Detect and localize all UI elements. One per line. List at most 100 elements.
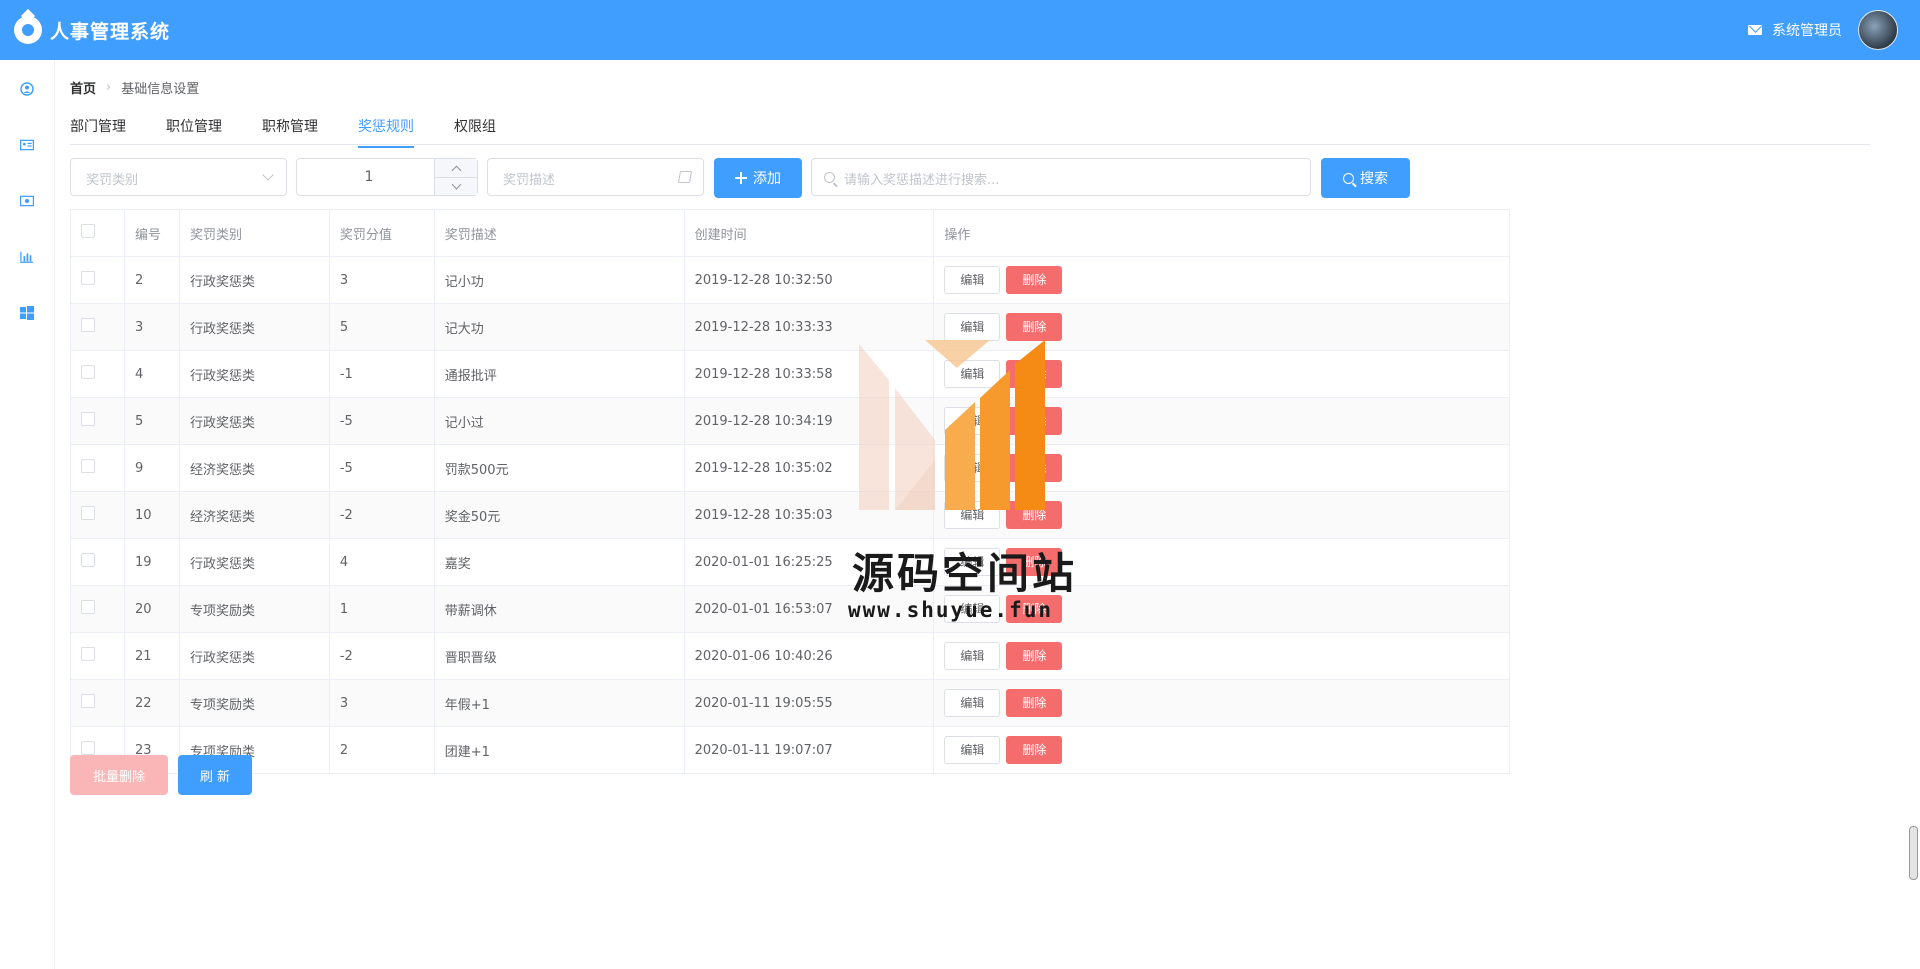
column-header: 操作 (933, 209, 1510, 257)
table-row: 5 行政奖惩类 -5 记小过 2019-12-28 10:34:19 编辑删除 (70, 397, 1510, 445)
row-checkbox[interactable] (81, 741, 95, 755)
mail-icon[interactable] (1748, 25, 1762, 35)
cell-id: 3 (123, 303, 180, 351)
edit-button[interactable]: 编辑 (944, 689, 1001, 717)
table-row: 19 行政奖惩类 4 嘉奖 2020-01-01 16:25:25 编辑 删除 (70, 538, 1510, 586)
id-card-icon[interactable] (20, 138, 34, 152)
edit-button[interactable]: 编辑 (944, 642, 1001, 670)
cell-created-time: 2019-12-28 10:32:50 (683, 256, 935, 304)
delete-button[interactable]: 删除 (1006, 642, 1063, 670)
increase-button[interactable] (435, 159, 477, 178)
table-row: 10 经济奖惩类 -2 奖金50元 2019-12-28 10:35:03 编辑… (70, 491, 1510, 539)
search-button[interactable]: 搜索 (1321, 158, 1410, 198)
table-row: 9 经济奖惩类 -5 罚款500元 2019-12-28 10:35:02 编辑… (70, 444, 1510, 492)
money-icon[interactable] (20, 194, 34, 208)
chevron-down-icon (262, 169, 274, 181)
decrease-button[interactable] (435, 177, 477, 195)
row-checkbox[interactable] (81, 271, 95, 285)
cell-score: -5 (328, 444, 435, 492)
cell-description: 记小过 (433, 397, 685, 445)
cell-description: 奖金50元 (433, 491, 685, 539)
tab-permission-group[interactable]: 权限组 (454, 116, 496, 146)
windows-icon[interactable] (20, 306, 34, 320)
cell-score: 2 (328, 726, 435, 774)
delete-button[interactable]: 删除 (1006, 313, 1063, 341)
watermark-title: 源码空间站 (852, 549, 1078, 598)
cell-id: 2 (123, 256, 180, 304)
cell-created-time: 2020-01-11 19:07:07 (683, 726, 935, 774)
row-checkbox[interactable] (81, 365, 95, 379)
row-checkbox[interactable] (81, 412, 95, 426)
cell-id: 5 (123, 397, 180, 445)
breadcrumb-current: 基础信息设置 (121, 82, 200, 97)
cell-id: 22 (123, 679, 180, 727)
add-button-label: 添加 (753, 171, 781, 187)
column-header: 奖罚描述 (433, 209, 685, 257)
top-header: 人事管理系统 系统管理员 (0, 0, 1920, 60)
user-area[interactable]: 系统管理员 (1748, 10, 1920, 50)
app-title: 人事管理系统 (50, 20, 171, 43)
edit-button[interactable]: 编辑 (944, 736, 1001, 764)
cell-score: -5 (328, 397, 435, 445)
breadcrumb-home[interactable]: 首页 (70, 78, 96, 97)
score-stepper[interactable]: 1 (296, 158, 478, 196)
tab-position[interactable]: 职位管理 (166, 116, 222, 146)
delete-button[interactable]: 删除 (1006, 736, 1063, 764)
user-icon[interactable] (20, 82, 34, 96)
batch-delete-button[interactable]: 批量删除 (70, 755, 168, 795)
cell-description: 记大功 (433, 303, 685, 351)
cell-score: -2 (328, 632, 435, 680)
cell-category: 行政奖惩类 (178, 538, 330, 586)
chevron-down-icon (451, 179, 461, 189)
search-input[interactable]: 请输入奖惩描述进行搜索... (811, 158, 1311, 196)
row-checkbox[interactable] (81, 459, 95, 473)
row-checkbox[interactable] (81, 506, 95, 520)
category-select[interactable]: 奖罚类别 (70, 158, 287, 196)
drop-logo-icon (14, 16, 42, 44)
user-name[interactable]: 系统管理员 (1772, 20, 1842, 40)
plus-icon (735, 172, 747, 184)
search-icon (824, 172, 835, 183)
table-row: 2 行政奖惩类 3 记小功 2019-12-28 10:32:50 编辑 删除 (70, 256, 1510, 304)
tab-department[interactable]: 部门管理 (70, 116, 126, 146)
tab-title[interactable]: 职称管理 (262, 116, 318, 146)
brand[interactable]: 人事管理系统 (0, 16, 170, 44)
cell-description: 晋职晋级 (433, 632, 685, 680)
edit-button[interactable]: 编辑 (944, 313, 1001, 341)
watermark-url: www.shuyue.fun (848, 598, 1054, 622)
table-row: 22 专项奖励类 3 年假+1 2020-01-11 19:05:55 编辑 删除 (70, 679, 1510, 727)
table-row: 4 行政奖惩类 -1 通报批评 2019-12-28 10:33:58 编辑删除 (70, 350, 1510, 398)
select-all-checkbox[interactable] (81, 224, 95, 238)
cell-created-time: 2020-01-06 10:40:26 (683, 632, 935, 680)
select-all-cell[interactable] (70, 209, 125, 257)
cell-id: 10 (123, 491, 180, 539)
description-placeholder: 奖罚描述 (503, 173, 556, 188)
cell-created-time: 2020-01-11 19:05:55 (683, 679, 935, 727)
tab-reward-rules[interactable]: 奖惩规则 (358, 116, 414, 148)
edit-button[interactable]: 编辑 (944, 266, 1001, 294)
cell-score: 4 (328, 538, 435, 586)
cell-description: 团建+1 (433, 726, 685, 774)
row-checkbox[interactable] (81, 647, 95, 661)
cell-category: 行政奖惩类 (178, 256, 330, 304)
scrollbar-thumb[interactable] (1909, 826, 1918, 880)
cell-category: 专项奖励类 (178, 679, 330, 727)
table-row: 21 行政奖惩类 -2 晋职晋级 2020-01-06 10:40:26 编辑删… (70, 632, 1510, 680)
row-checkbox[interactable] (81, 553, 95, 567)
delete-button[interactable]: 删除 (1006, 266, 1063, 294)
chevron-right-icon: › (106, 80, 112, 95)
row-checkbox[interactable] (81, 318, 95, 332)
row-checkbox[interactable] (81, 694, 95, 708)
score-value[interactable]: 1 (297, 169, 441, 185)
search-icon (1343, 172, 1354, 184)
refresh-button[interactable]: 刷 新 (178, 755, 252, 795)
add-button[interactable]: 添加 (714, 158, 802, 198)
table-header-row: 编号 奖罚类别 奖罚分值 奖罚描述 创建时间 操作 (70, 209, 1510, 257)
row-checkbox[interactable] (81, 600, 95, 614)
description-input[interactable]: 奖罚描述 (487, 158, 704, 196)
cell-category: 行政奖惩类 (178, 397, 330, 445)
delete-button[interactable]: 删除 (1006, 689, 1063, 717)
bar-chart-icon[interactable] (20, 250, 34, 264)
table-row: 23 专项奖励类 2 团建+1 2020-01-11 19:07:07 编辑 删除 (70, 726, 1510, 774)
avatar[interactable] (1858, 10, 1898, 50)
